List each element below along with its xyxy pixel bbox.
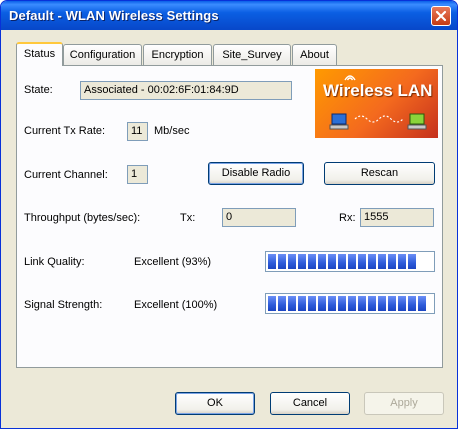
rx-label: Rx: [339, 212, 356, 224]
progress-segment [378, 296, 386, 311]
progress-segment [378, 254, 386, 269]
progress-segment [368, 254, 376, 269]
channel-label: Current Channel: [24, 169, 108, 181]
ok-button[interactable]: OK [175, 392, 255, 415]
progress-segment [398, 254, 406, 269]
progress-segment [388, 254, 396, 269]
progress-segment [268, 254, 276, 269]
progress-segment [288, 296, 296, 311]
tab-status[interactable]: Status [16, 42, 63, 66]
signal-strength-value: Excellent (100%) [134, 299, 218, 311]
state-label: State: [24, 84, 53, 96]
tab-site-survey[interactable]: Site_Survey [213, 44, 291, 65]
tx-label: Tx: [180, 212, 196, 224]
cancel-button[interactable]: Cancel [270, 392, 350, 415]
progress-segment [348, 296, 356, 311]
antenna-icon [344, 75, 356, 81]
tx-rate-label: Current Tx Rate: [24, 125, 106, 137]
tx-rate-field: 11 [127, 122, 148, 141]
progress-segment [298, 254, 306, 269]
apply-button[interactable]: Apply [364, 392, 444, 415]
signal-strength-label: Signal Strength: [24, 299, 103, 311]
status-panel: State: Associated - 00:02:6F:01:84:9D Wi… [16, 65, 443, 368]
rescan-button[interactable]: Rescan [324, 162, 435, 185]
signal-strength-bar [265, 293, 435, 314]
tx-rate-unit: Mb/sec [154, 125, 190, 137]
laptop-icon [407, 113, 427, 130]
rx-field: 1555 [360, 208, 434, 227]
progress-segment [308, 296, 316, 311]
throughput-label: Throughput (bytes/sec): [24, 212, 141, 224]
logo-text: Wireless LAN [323, 81, 433, 100]
window-title: Default - WLAN Wireless Settings [9, 8, 219, 23]
progress-segment [288, 254, 296, 269]
laptop-icon [329, 113, 349, 130]
progress-segment [318, 254, 326, 269]
progress-segment [368, 296, 376, 311]
progress-segment [308, 254, 316, 269]
progress-segment [418, 296, 426, 311]
progress-segment [358, 254, 366, 269]
progress-segment [408, 254, 416, 269]
disable-radio-button[interactable]: Disable Radio [208, 162, 304, 185]
tab-about[interactable]: About [292, 44, 337, 65]
tx-field: 0 [222, 208, 296, 227]
settings-window: Default - WLAN Wireless Settings Status … [0, 0, 458, 429]
signal-wave-icon [354, 115, 403, 123]
tab-configuration[interactable]: Configuration [63, 44, 142, 65]
progress-segment [278, 296, 286, 311]
progress-segment [298, 296, 306, 311]
progress-segment [398, 296, 406, 311]
progress-segment [338, 254, 346, 269]
progress-segment [268, 296, 276, 311]
progress-segment [318, 296, 326, 311]
close-icon [435, 10, 447, 22]
progress-segment [408, 296, 416, 311]
close-button[interactable] [431, 6, 451, 26]
link-quality-value: Excellent (93%) [134, 256, 212, 268]
progress-segment [358, 296, 366, 311]
tab-encryption[interactable]: Encryption [143, 44, 212, 65]
progress-segment [338, 296, 346, 311]
progress-segment [348, 254, 356, 269]
link-quality-bar [265, 251, 435, 272]
wireless-lan-logo: Wireless LAN [315, 69, 438, 138]
progress-segment [278, 254, 286, 269]
link-quality-label: Link Quality: [24, 256, 85, 268]
progress-segment [328, 254, 336, 269]
progress-segment [328, 296, 336, 311]
state-field: Associated - 00:02:6F:01:84:9D [80, 81, 292, 100]
title-bar[interactable]: Default - WLAN Wireless Settings [1, 1, 457, 30]
progress-segment [388, 296, 396, 311]
channel-field: 1 [127, 165, 148, 184]
